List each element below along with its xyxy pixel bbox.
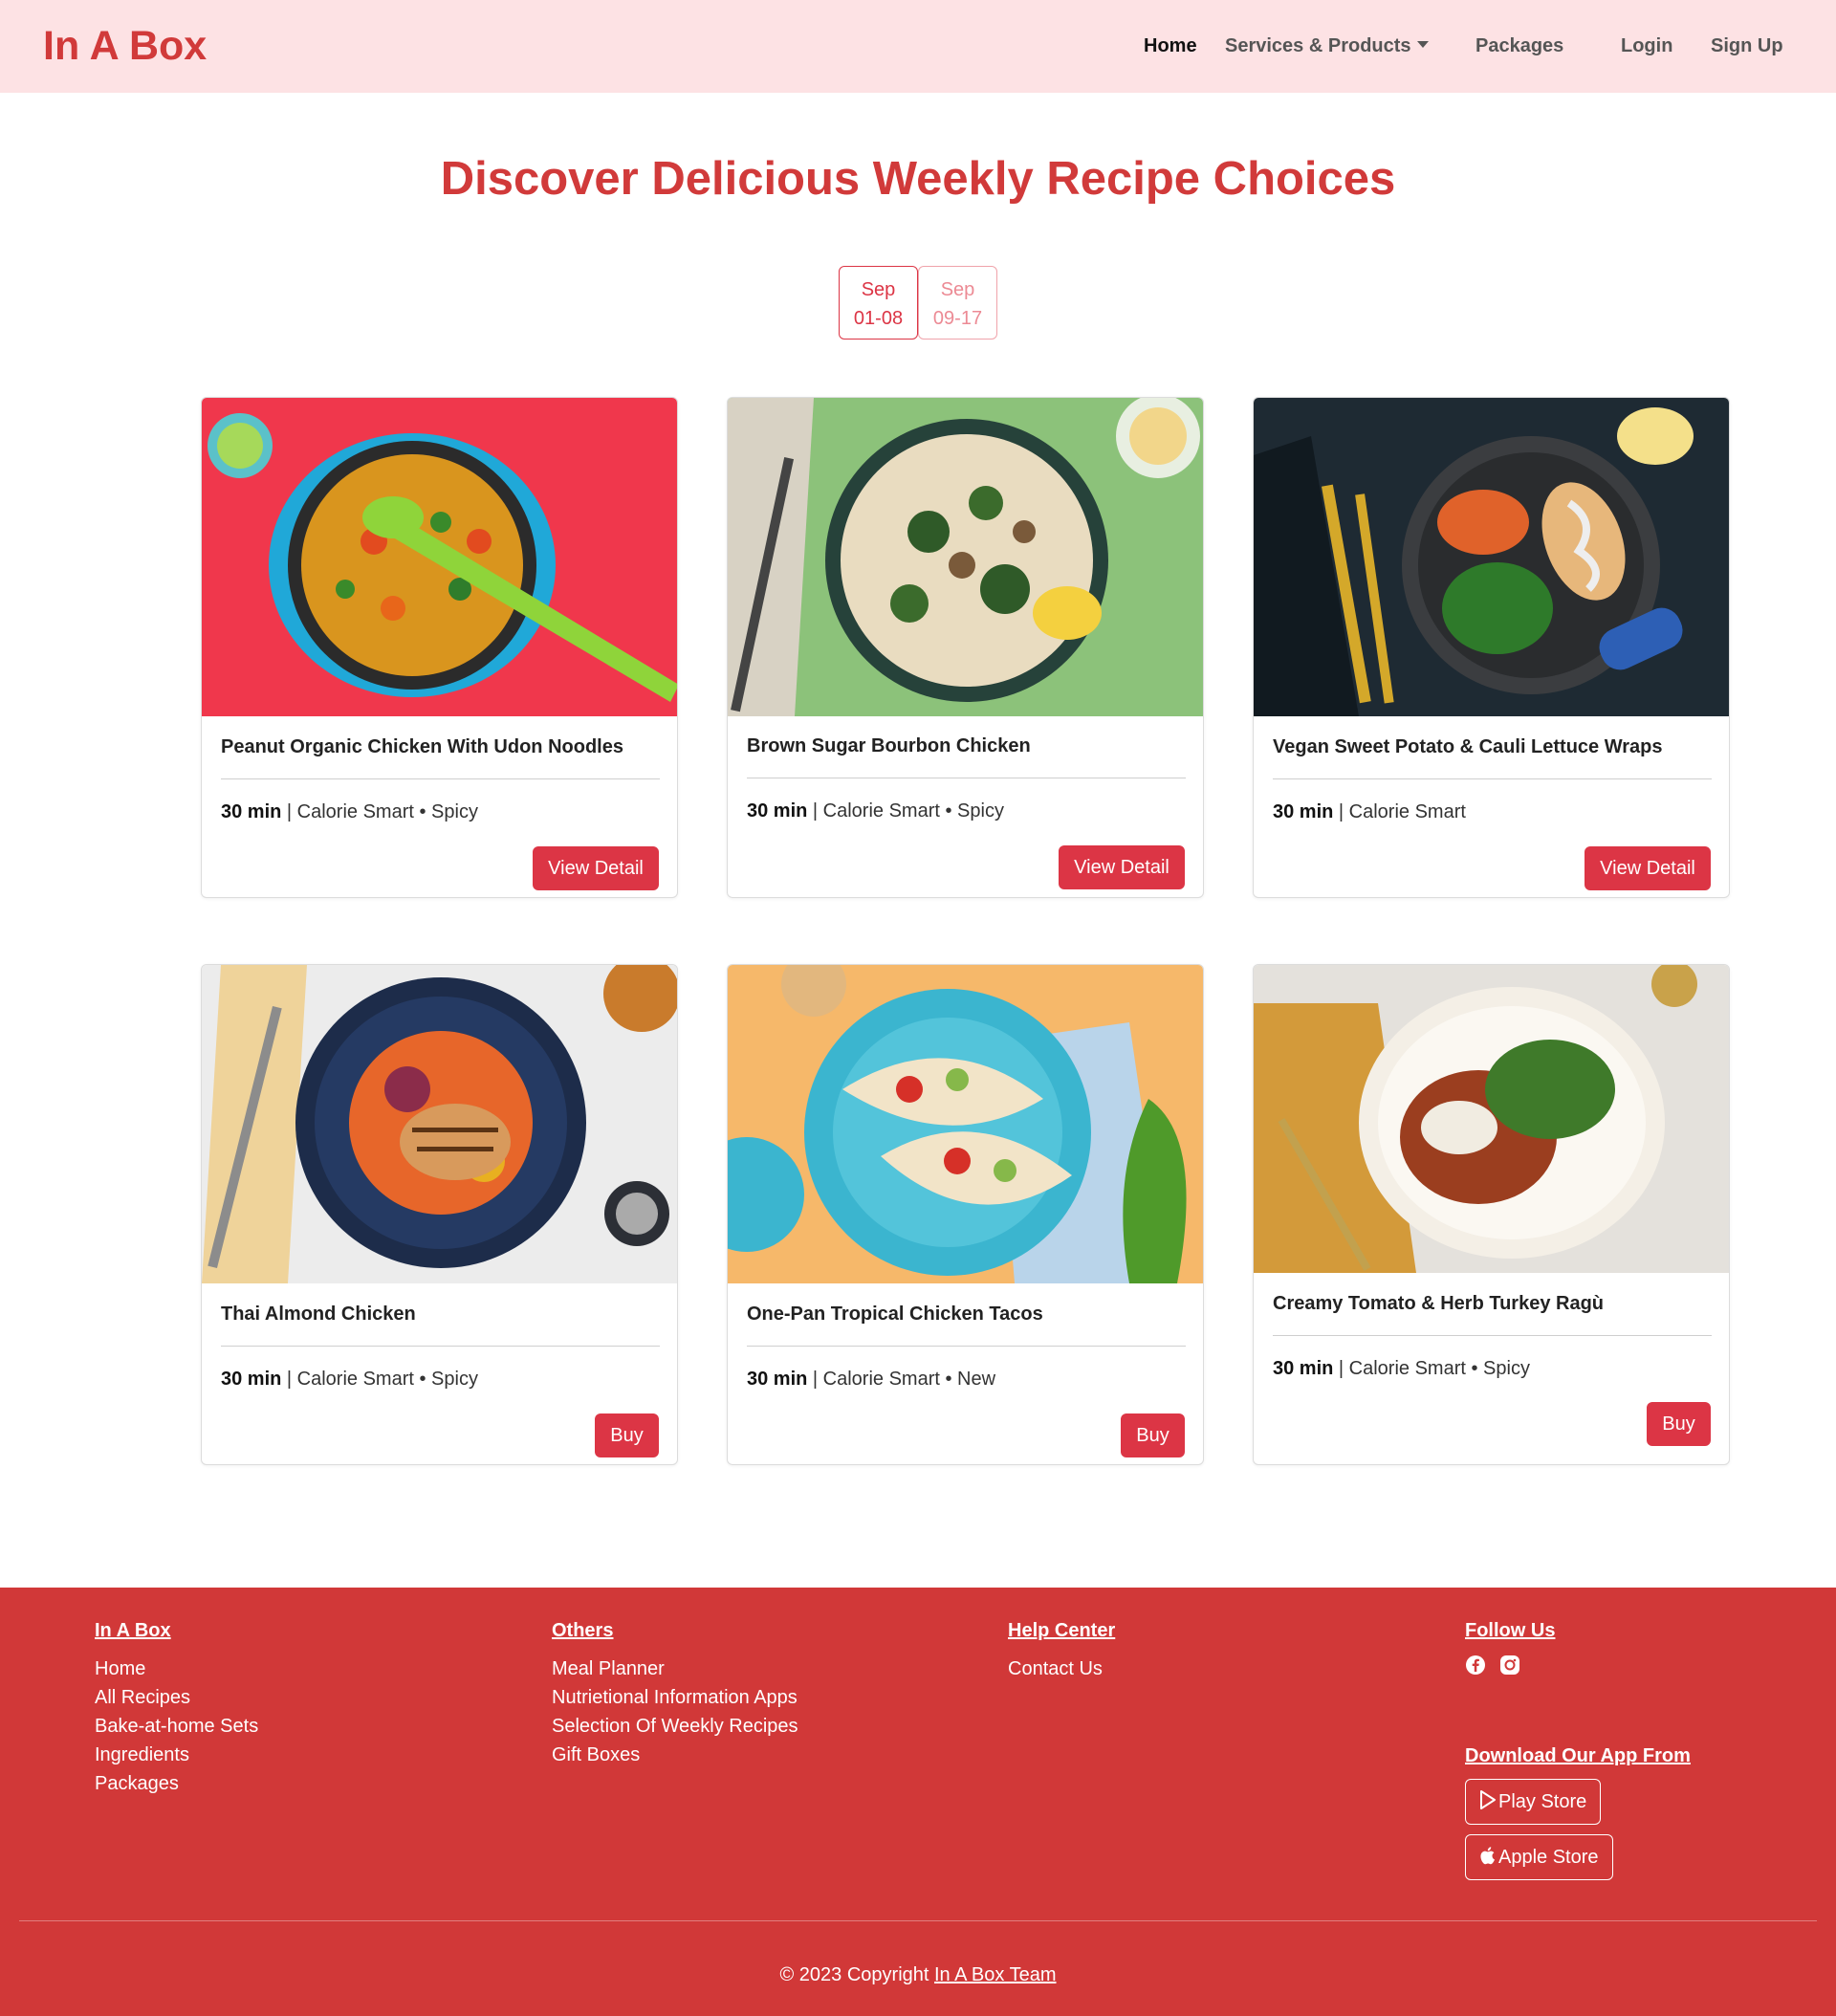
footer-links-brand: Home All Recipes Bake-at-home Sets Ingre…	[95, 1654, 258, 1798]
nav-home[interactable]: Home	[1144, 34, 1197, 57]
recipe-meta: 30 min | Calorie Smart • Spicy	[221, 1367, 478, 1391]
recipe-image	[728, 398, 1203, 716]
footer-link-all-recipes[interactable]: All Recipes	[95, 1683, 258, 1712]
caret-down-icon	[1416, 41, 1429, 48]
recipe-card: Thai Almond Chicken 30 min | Calorie Sma…	[201, 964, 678, 1465]
recipe-image	[728, 965, 1203, 1283]
recipe-title: Creamy Tomato & Herb Turkey Ragù	[1273, 1293, 1605, 1314]
nav-login[interactable]: Login	[1621, 34, 1672, 57]
view-detail-button[interactable]: View Detail	[1585, 846, 1711, 890]
week-month: Sep	[940, 279, 975, 300]
view-detail-button[interactable]: View Detail	[1059, 845, 1185, 889]
recipe-image	[202, 965, 677, 1283]
copyright-link[interactable]: In A Box Team	[934, 1964, 1057, 1985]
page-title: Discover Delicious Weekly Recipe Choices	[440, 153, 1396, 205]
buy-button[interactable]: Buy	[595, 1413, 659, 1457]
play-store-button[interactable]: Play Store	[1465, 1779, 1602, 1825]
recipe-meta: 30 min | Calorie Smart • Spicy	[1273, 1356, 1530, 1381]
facebook-icon[interactable]	[1465, 1654, 1486, 1676]
recipe-card: Brown Sugar Bourbon Chicken 30 min | Cal…	[727, 397, 1204, 898]
recipe-title: Brown Sugar Bourbon Chicken	[747, 735, 1031, 756]
recipe-card: Vegan Sweet Potato & Cauli Lettuce Wraps…	[1253, 397, 1730, 898]
footer-link-ingredients[interactable]: Ingredients	[95, 1741, 258, 1769]
footer-link-nutrition-apps[interactable]: Nutrietional Information Apps	[552, 1683, 798, 1712]
footer-heading-others[interactable]: Others	[552, 1618, 613, 1643]
footer-link-bake-at-home[interactable]: Bake-at-home Sets	[95, 1712, 258, 1741]
week-tab-2[interactable]: Sep 09-17	[918, 266, 997, 340]
card-divider	[747, 1346, 1186, 1347]
play-icon	[1480, 1790, 1496, 1809]
nav-signup[interactable]: Sign Up	[1711, 34, 1783, 57]
recipe-time: 30 min	[1273, 801, 1334, 822]
week-month: Sep	[861, 279, 896, 300]
nav-services-label: Services & Products	[1225, 35, 1411, 56]
top-navbar: In A Box Home Services & Products Packag…	[0, 0, 1836, 93]
apple-icon	[1480, 1847, 1495, 1865]
footer-heading-follow: Follow Us	[1465, 1620, 1556, 1641]
instagram-icon[interactable]	[1499, 1654, 1520, 1676]
week-range: 09-17	[932, 308, 983, 329]
week-tab-1[interactable]: Sep 01-08	[839, 266, 918, 340]
site-footer: In A Box Home All Recipes Bake-at-home S…	[0, 1588, 1836, 2016]
recipe-time: 30 min	[221, 1369, 282, 1390]
recipe-title: One-Pan Tropical Chicken Tacos	[747, 1304, 1043, 1325]
recipe-meta: 30 min | Calorie Smart • New	[747, 1367, 995, 1391]
copyright: © 2023 Copyright In A Box Team	[0, 1962, 1836, 1987]
recipe-meta: 30 min | Calorie Smart • Spicy	[747, 799, 1004, 823]
footer-link-contact[interactable]: Contact Us	[1008, 1654, 1103, 1683]
buy-button[interactable]: Buy	[1647, 1402, 1711, 1446]
recipe-tags: | Calorie Smart • New	[812, 1369, 996, 1390]
recipe-time: 30 min	[747, 1369, 808, 1390]
apple-store-label: Apple Store	[1498, 1847, 1599, 1868]
recipe-meta: 30 min | Calorie Smart	[1273, 800, 1466, 824]
recipe-time: 30 min	[747, 800, 808, 822]
week-range: 01-08	[853, 308, 904, 329]
recipe-image	[1254, 965, 1729, 1273]
footer-links-help: Contact Us	[1008, 1654, 1103, 1683]
buy-button[interactable]: Buy	[1121, 1413, 1185, 1457]
apple-store-button[interactable]: Apple Store	[1465, 1834, 1613, 1880]
footer-link-meal-planner[interactable]: Meal Planner	[552, 1654, 798, 1683]
brand-logo[interactable]: In A Box	[43, 21, 207, 71]
card-divider	[221, 1346, 660, 1347]
footer-heading-download: Download Our App From	[1465, 1745, 1691, 1766]
recipe-image	[1254, 398, 1729, 716]
footer-heading-help[interactable]: Help Center	[1008, 1618, 1115, 1643]
footer-heading-brand[interactable]: In A Box	[95, 1618, 171, 1643]
footer-link-packages[interactable]: Packages	[95, 1769, 258, 1798]
footer-divider	[19, 1920, 1817, 1921]
card-divider	[221, 778, 660, 779]
recipe-title: Peanut Organic Chicken With Udon Noodles	[221, 736, 623, 757]
recipe-time: 30 min	[221, 801, 282, 822]
card-divider	[1273, 778, 1712, 779]
footer-link-weekly-recipes[interactable]: Selection Of Weekly Recipes	[552, 1712, 798, 1741]
footer-link-home[interactable]: Home	[95, 1654, 258, 1683]
recipe-tags: | Calorie Smart • Spicy	[286, 1369, 478, 1390]
footer-links-others: Meal Planner Nutrietional Information Ap…	[552, 1654, 798, 1769]
recipe-time: 30 min	[1273, 1358, 1334, 1379]
recipe-card: One-Pan Tropical Chicken Tacos 30 min | …	[727, 964, 1204, 1465]
recipe-tags: | Calorie Smart • Spicy	[812, 800, 1004, 822]
recipe-tags: | Calorie Smart	[1338, 801, 1466, 822]
recipe-tags: | Calorie Smart • Spicy	[286, 801, 478, 822]
recipe-image	[202, 398, 677, 716]
recipe-title: Thai Almond Chicken	[221, 1304, 416, 1325]
recipe-tags: | Calorie Smart • Spicy	[1338, 1358, 1530, 1379]
view-detail-button[interactable]: View Detail	[533, 846, 659, 890]
recipe-meta: 30 min | Calorie Smart • Spicy	[221, 800, 478, 824]
recipe-card: Peanut Organic Chicken With Udon Noodles…	[201, 397, 678, 898]
nav-packages[interactable]: Packages	[1475, 34, 1563, 57]
play-store-label: Play Store	[1498, 1791, 1587, 1812]
social-icons	[1465, 1654, 1520, 1676]
footer-link-gift-boxes[interactable]: Gift Boxes	[552, 1741, 798, 1769]
recipe-card: Creamy Tomato & Herb Turkey Ragù 30 min …	[1253, 964, 1730, 1465]
recipe-title: Vegan Sweet Potato & Cauli Lettuce Wraps	[1273, 736, 1663, 757]
card-divider	[1273, 1335, 1712, 1336]
copyright-text: © 2023 Copyright	[779, 1964, 929, 1985]
nav-services-dropdown[interactable]: Services & Products	[1225, 34, 1429, 57]
